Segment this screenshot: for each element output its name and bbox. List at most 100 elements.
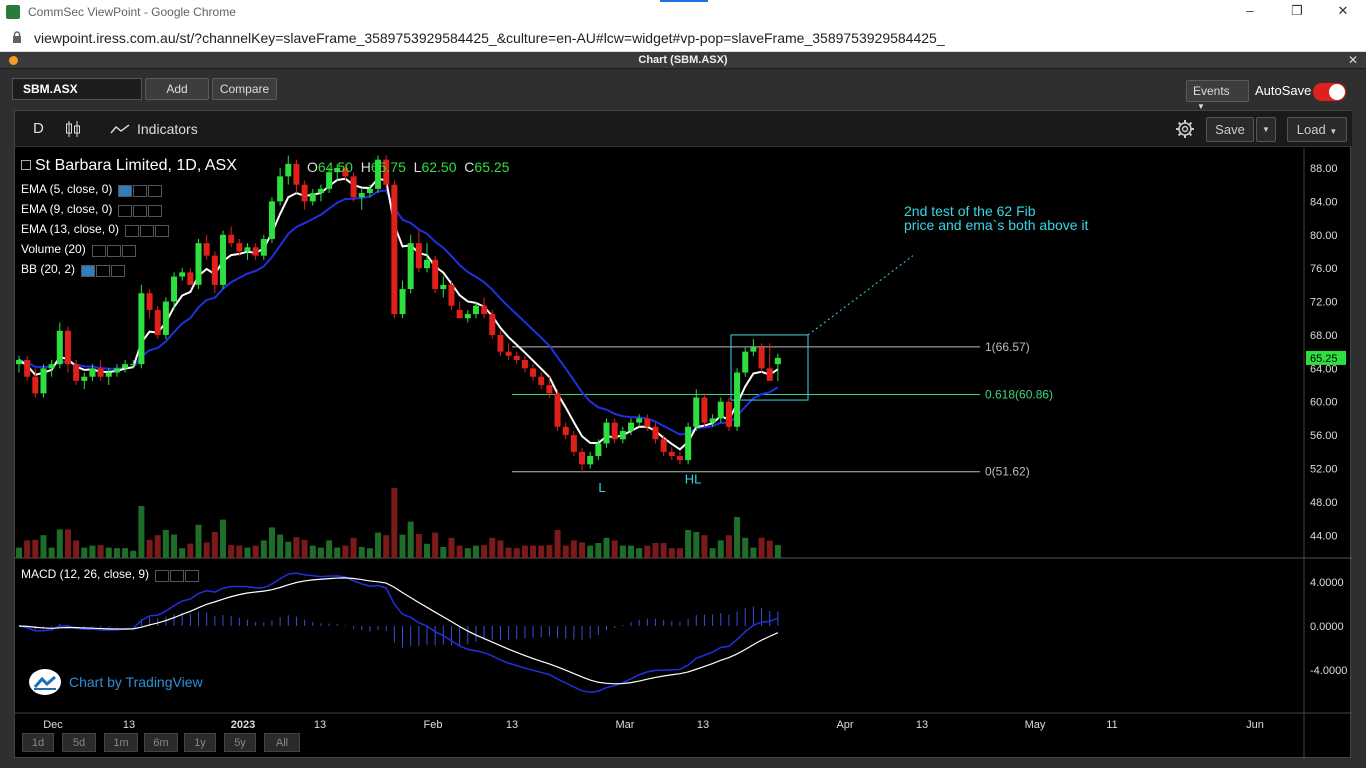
candle-style-icon[interactable]: [65, 120, 81, 138]
study-controls: [118, 203, 163, 217]
load-dropdown[interactable]: Load ▼: [1287, 117, 1347, 142]
range-button-5y[interactable]: 5y: [224, 733, 256, 752]
gear-icon[interactable]: [133, 184, 148, 197]
collapse-legend-icon[interactable]: [21, 160, 31, 170]
gear-icon[interactable]: [96, 264, 111, 277]
study-volume[interactable]: Volume (20): [21, 242, 137, 257]
minimize-icon[interactable]: –: [1240, 3, 1260, 18]
candle-body: [709, 418, 716, 423]
candle-body: [570, 435, 577, 452]
candle-body: [448, 284, 455, 306]
candle-body: [456, 309, 463, 319]
volume-bar: [628, 545, 634, 558]
range-button-5d[interactable]: 5d: [62, 733, 96, 752]
chevron-down-icon: ▼: [1329, 127, 1338, 136]
url-text[interactable]: viewpoint.iress.com.au/st/?channelKey=sl…: [34, 30, 945, 46]
tradingview-link[interactable]: Chart by TradingView: [69, 674, 203, 690]
eye-icon[interactable]: [155, 569, 170, 582]
symbol-input[interactable]: SBM.ASX: [12, 78, 142, 100]
close-window-icon[interactable]: ✕: [1333, 3, 1353, 19]
range-button-1y[interactable]: 1y: [184, 733, 216, 752]
price-tick-label: 84.00: [1310, 196, 1338, 208]
chart-canvas[interactable]: 1(66.57) 0.618(60.86) 0(51.62) 88.00 84.00 8…: [15, 148, 1352, 759]
candle-body: [774, 357, 781, 365]
eye-icon[interactable]: [118, 184, 133, 197]
study-label: EMA (5, close, 0): [21, 182, 113, 196]
volume-bar: [742, 537, 749, 558]
gear-icon[interactable]: [140, 224, 155, 237]
close-icon[interactable]: [148, 184, 163, 197]
interval-selector[interactable]: D: [33, 120, 44, 137]
close-icon[interactable]: [155, 224, 170, 237]
study-ema13[interactable]: EMA (13, close, 0): [21, 222, 170, 237]
study-bb[interactable]: BB (20, 2): [21, 262, 126, 277]
volume-bar: [554, 530, 561, 558]
candle-body: [644, 418, 651, 427]
close-icon[interactable]: [121, 244, 136, 257]
restore-icon[interactable]: ❐: [1287, 3, 1307, 19]
candle-body: [701, 397, 708, 423]
browser-titlebar: CommSec ViewPoint - Google Chrome – ❐ ✕: [0, 0, 1366, 24]
close-label: C: [464, 159, 475, 175]
time-tick-label: 13: [916, 719, 928, 731]
add-button[interactable]: Add: [145, 78, 209, 100]
range-button-1d[interactable]: 1d: [22, 733, 54, 752]
range-button-all[interactable]: All: [264, 733, 300, 752]
study-ema5[interactable]: EMA (5, close, 0): [21, 182, 163, 197]
eye-icon[interactable]: [81, 264, 96, 277]
volume-bar: [309, 545, 316, 558]
volume-bar: [570, 540, 577, 558]
volume-bar: [717, 540, 724, 558]
volume-bar: [636, 548, 643, 558]
volume-bar: [40, 535, 47, 558]
indicators-button[interactable]: Indicators: [137, 121, 198, 137]
candle-body: [497, 334, 504, 352]
volume-bar: [750, 547, 757, 558]
candle-body: [521, 360, 528, 369]
candle-body: [301, 184, 308, 202]
study-controls: [81, 263, 126, 277]
volume-bar: [195, 524, 202, 558]
indicators-icon[interactable]: [110, 123, 130, 135]
events-label: Events: [1193, 84, 1230, 98]
range-button-6m[interactable]: 6m: [144, 733, 178, 752]
candle-body: [220, 234, 226, 285]
range-button-1m[interactable]: 1m: [104, 733, 138, 752]
price-tick-label: 72.00: [1310, 297, 1338, 309]
compare-button[interactable]: Compare: [212, 78, 277, 100]
gear-icon[interactable]: [1175, 119, 1195, 139]
gear-icon[interactable]: [133, 204, 148, 217]
volume-bar: [546, 545, 553, 558]
gear-icon[interactable]: [170, 569, 185, 582]
candle-body: [758, 347, 765, 369]
close-icon[interactable]: [111, 264, 126, 277]
volume-bar: [113, 548, 120, 558]
address-bar[interactable]: viewpoint.iress.com.au/st/?channelKey=sl…: [0, 24, 1366, 52]
candle-body: [24, 360, 31, 377]
close-icon[interactable]: [185, 569, 200, 582]
candle-body: [89, 368, 96, 377]
candle-body: [105, 372, 112, 377]
events-dropdown[interactable]: Events ▼: [1186, 80, 1249, 111]
price-tick-label: 80.00: [1310, 230, 1338, 242]
save-options-chevron-icon[interactable]: ▼: [1256, 117, 1276, 142]
eye-icon[interactable]: [118, 204, 133, 217]
tradingview-brand[interactable]: Chart by TradingView: [29, 669, 203, 695]
volume-bar: [64, 529, 71, 558]
close-icon[interactable]: [148, 204, 163, 217]
study-label: BB (20, 2): [21, 262, 76, 276]
gear-icon[interactable]: [106, 244, 121, 257]
eye-icon[interactable]: [91, 244, 106, 257]
eye-icon[interactable]: [125, 224, 140, 237]
volume-bar: [619, 545, 626, 558]
high-value: 65.75: [370, 159, 406, 175]
study-ema9[interactable]: EMA (9, close, 0): [21, 202, 163, 217]
save-button[interactable]: Save: [1206, 117, 1254, 142]
study-macd[interactable]: MACD (12, 26, close, 9): [21, 567, 200, 582]
volume-bar: [513, 548, 520, 558]
volume-bar: [268, 527, 275, 558]
study-controls: [118, 183, 163, 197]
study-label: Volume (20): [21, 242, 86, 256]
widget-close-icon[interactable]: ✕: [1348, 53, 1358, 67]
autosave-toggle[interactable]: [1313, 83, 1346, 101]
